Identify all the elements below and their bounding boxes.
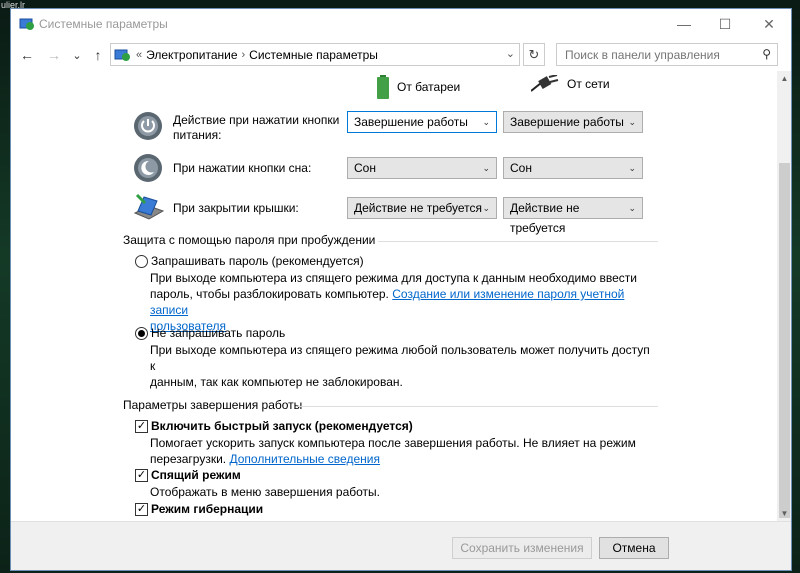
- system-settings-window: Системные параметры — ☐ ✕ ← → ⌄ ↑ « Элек…: [10, 8, 792, 571]
- vertical-scrollbar[interactable]: ▲ ▼: [777, 71, 791, 521]
- password-section-header: Защита с помощью пароля при пробуждении: [123, 233, 658, 249]
- settings-content: От батареи От сети Действие при нажатии …: [11, 71, 777, 521]
- sleep-button-row: При нажатии кнопки сна: Сон ⌄ Сон ⌄: [133, 153, 653, 183]
- save-changes-button[interactable]: Сохранить изменения: [452, 537, 592, 559]
- sleep-menu-description: Отображать в меню завершения работы.: [150, 485, 381, 499]
- laptop-lid-icon: [133, 193, 165, 220]
- shutdown-section-header: Параметры завершения работы: [123, 398, 658, 414]
- lid-close-battery-select[interactable]: Действие не требуется ⌄: [347, 197, 497, 219]
- address-dropdown-icon[interactable]: ⌄: [506, 47, 515, 60]
- require-password-radio[interactable]: [135, 255, 148, 268]
- lid-close-label: При закрытии крышки:: [173, 201, 299, 215]
- breadcrumb-separator: ›: [241, 48, 246, 61]
- more-info-link[interactable]: Дополнительные сведения: [229, 452, 379, 466]
- power-button-row: Действие при нажатии кнопки питания: Зав…: [133, 111, 653, 145]
- breadcrumb-system-settings[interactable]: Системные параметры: [249, 48, 378, 62]
- battery-column-header: От батареи: [377, 75, 460, 99]
- require-password-label[interactable]: Запрашивать пароль (рекомендуется): [151, 254, 364, 269]
- fast-startup-description: Помогает ускорить запуск компьютера посл…: [150, 436, 636, 466]
- battery-icon: [377, 75, 389, 99]
- chevron-down-icon: ⌄: [482, 203, 490, 213]
- plugged-column-label: От сети: [567, 77, 610, 91]
- up-arrow-icon[interactable]: ↑: [88, 45, 108, 65]
- control-panel-icon: [19, 18, 34, 30]
- navigation-bar: ← → ⌄ ↑ « Электропитание › Системные пар…: [11, 41, 791, 69]
- section-divider: [378, 241, 658, 242]
- minimize-button[interactable]: —: [661, 9, 707, 39]
- hibernate-label[interactable]: Режим гибернации: [151, 502, 263, 517]
- chevron-down-icon: ⌄: [628, 203, 636, 213]
- sleep-button-battery-select[interactable]: Сон ⌄: [347, 157, 497, 179]
- no-password-description: При выходе компьютера из спящего режима …: [150, 343, 650, 389]
- sleep-button-label: При нажатии кнопки сна:: [173, 161, 312, 175]
- scroll-up-icon[interactable]: ▲: [777, 71, 791, 86]
- forward-arrow-icon[interactable]: →: [44, 45, 64, 65]
- no-password-radio[interactable]: [135, 327, 148, 340]
- title-bar: Системные параметры — ☐ ✕: [11, 9, 791, 39]
- lid-close-row: При закрытии крышки: Действие не требует…: [133, 193, 653, 235]
- cancel-button[interactable]: Отмена: [599, 537, 669, 559]
- control-panel-icon: [114, 49, 130, 61]
- scroll-down-icon[interactable]: ▼: [777, 506, 791, 521]
- chevron-down-icon: ⌄: [482, 117, 490, 127]
- breadcrumb-overflow[interactable]: «: [136, 49, 142, 61]
- fast-startup-label[interactable]: Включить быстрый запуск (рекомендуется): [151, 419, 413, 434]
- lid-close-plugged-select[interactable]: Действие не требуется ⌄: [503, 197, 643, 235]
- address-bar[interactable]: « Электропитание › Системные параметры ⌄: [110, 43, 520, 66]
- breadcrumb-power-options[interactable]: Электропитание: [146, 48, 237, 62]
- chevron-down-icon: ⌄: [628, 117, 636, 127]
- maximize-button[interactable]: ☐: [702, 9, 748, 39]
- window-title: Системные параметры: [39, 17, 168, 31]
- chevron-down-icon: ⌄: [482, 163, 490, 173]
- back-arrow-icon[interactable]: ←: [17, 45, 37, 65]
- fast-startup-checkbox[interactable]: ✓: [135, 420, 148, 433]
- sleep-button-plugged-select[interactable]: Сон ⌄: [503, 157, 643, 179]
- require-password-description: При выходе компьютера из спящего режима …: [150, 271, 637, 333]
- power-plug-icon: [531, 75, 559, 92]
- section-divider: [298, 406, 658, 407]
- plugged-column-header: От сети: [531, 75, 610, 93]
- history-chevron-icon[interactable]: ⌄: [67, 45, 87, 65]
- power-button-plugged-select[interactable]: Завершение работы ⌄: [503, 111, 643, 133]
- power-button-label: Действие при нажатии кнопки питания:: [173, 113, 340, 142]
- footer-bar: Сохранить изменения Отмена: [11, 521, 791, 570]
- sleep-menu-checkbox[interactable]: ✓: [135, 469, 148, 482]
- hibernate-checkbox[interactable]: ✓: [135, 503, 148, 516]
- search-box[interactable]: ⚲: [556, 43, 778, 66]
- power-button-battery-select[interactable]: Завершение работы ⌄: [347, 111, 497, 133]
- chevron-down-icon: ⌄: [628, 163, 636, 173]
- search-icon[interactable]: ⚲: [762, 47, 771, 61]
- no-password-label[interactable]: Не запрашивать пароль: [151, 326, 285, 341]
- sleep-menu-label[interactable]: Спящий режим: [151, 468, 241, 483]
- search-input[interactable]: [557, 44, 747, 65]
- close-button[interactable]: ✕: [746, 9, 791, 39]
- power-button-icon: [134, 112, 162, 140]
- refresh-icon[interactable]: ↻: [523, 43, 545, 66]
- sleep-button-icon: [134, 154, 162, 182]
- battery-column-label: От батареи: [397, 80, 461, 94]
- scrollbar-thumb[interactable]: [779, 163, 790, 518]
